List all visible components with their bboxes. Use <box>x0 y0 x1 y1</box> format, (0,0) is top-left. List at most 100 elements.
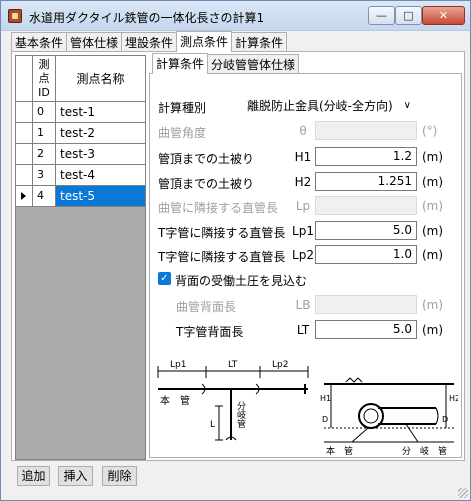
add-button[interactable]: 追加 <box>17 466 50 486</box>
calc-type-select[interactable]: 離脱防止金具(分岐-全方向) ∨ <box>243 96 415 116</box>
tab-calc-conditions[interactable]: 計算条件 <box>231 32 288 52</box>
lp2-dim-label: Lp2 <box>272 360 288 370</box>
lp-symbol: Lp <box>295 199 311 213</box>
cell-id[interactable]: 3 <box>33 165 56 185</box>
l-dim-label: L <box>210 420 215 430</box>
bend-angle-unit: (°) <box>422 124 438 138</box>
cover-h2-row: 管頂までの土被り H2 1.251 (m) <box>150 172 463 192</box>
bend-angle-row: 曲管角度 θ (°) <box>150 121 463 141</box>
table-row-selected[interactable]: 4 test-5 <box>16 186 145 207</box>
cell-name[interactable]: test-5 <box>56 186 145 206</box>
column-header-id-line: 点 <box>38 72 50 85</box>
lb-unit: (m) <box>422 298 444 312</box>
cell-id[interactable]: 2 <box>33 144 56 164</box>
lp1-input[interactable]: 5.0 <box>315 221 417 240</box>
passive-pressure-checkbox[interactable]: ✓ <box>158 272 171 285</box>
maximize-button[interactable]: □ <box>395 6 422 25</box>
h1-label: H1 <box>320 394 331 403</box>
lp1-row: T字管に隣接する直管長 Lp1 5.0 (m) <box>150 221 463 241</box>
cell-name[interactable]: test-3 <box>56 144 145 164</box>
cover-h1-input[interactable]: 1.2 <box>315 147 417 166</box>
row-header[interactable] <box>16 144 33 164</box>
column-header-id[interactable]: 測 点 ID <box>33 56 56 102</box>
cell-id[interactable]: 0 <box>33 102 56 122</box>
lp2-row: T字管に隣接する直管長 Lp2 1.0 (m) <box>150 245 463 265</box>
tab-station-conditions[interactable]: 測点条件 <box>176 31 233 52</box>
tab-pipe-specs[interactable]: 管体仕様 <box>66 32 123 52</box>
table-row[interactable]: 2 test-3 <box>16 144 145 165</box>
lb-label: 曲管背面長 <box>176 300 237 314</box>
station-conditions-panel: 測 点 ID 測点名称 0 test-1 1 test-2 2 test-3 3… <box>11 51 465 461</box>
station-grid[interactable]: 測 点 ID 測点名称 0 test-1 1 test-2 2 test-3 3… <box>15 55 146 460</box>
cover-h1-row: 管頂までの土被り H1 1.2 (m) <box>150 147 463 167</box>
delete-button[interactable]: 削除 <box>102 466 137 486</box>
row-header[interactable] <box>16 165 33 185</box>
calc-type-value: 離脱防止金具(分岐-全方向) <box>247 99 393 113</box>
column-header-id-line: 測 <box>38 58 50 71</box>
cover-h1-label: 管頂までの土被り <box>158 152 255 166</box>
main-pipe-inner <box>363 408 379 424</box>
lp1-dim-label: Lp1 <box>170 360 186 370</box>
lb-symbol: LB <box>295 298 311 312</box>
column-header-name[interactable]: 測点名称 <box>56 56 145 102</box>
d-label-right: D <box>442 415 448 424</box>
cell-id[interactable]: 1 <box>33 123 56 143</box>
ground-hatch <box>345 377 363 383</box>
cell-id[interactable]: 4 <box>33 186 56 206</box>
cover-h2-unit: (m) <box>422 175 444 189</box>
calc-conditions-panel: 計算種別 離脱防止金具(分岐-全方向) ∨ 曲管角度 θ (°) 管頂までの土被… <box>149 73 462 458</box>
passive-pressure-label[interactable]: 背面の受働土圧を見込む <box>175 272 307 289</box>
table-row[interactable]: 1 test-2 <box>16 123 145 144</box>
column-header-id-line: ID <box>38 86 50 99</box>
cover-h1-unit: (m) <box>422 150 444 164</box>
table-row[interactable]: 3 test-4 <box>16 165 145 186</box>
lp1-label: T字管に隣接する直管長 <box>158 226 286 240</box>
table-row[interactable]: 0 test-1 <box>16 102 145 123</box>
bend-angle-symbol: θ <box>299 124 307 138</box>
window-title: 水道用ダクタイル鉄管の一体化長さの計算1 <box>29 11 265 25</box>
subtab-branch-pipe-specs[interactable]: 分岐管管体仕様 <box>207 54 300 74</box>
branch-pipe-section-label: 分 岐 管 <box>402 445 447 456</box>
grid-header: 測 点 ID 測点名称 <box>16 56 145 102</box>
lp2-input[interactable]: 1.0 <box>315 245 417 264</box>
lt-input[interactable]: 5.0 <box>315 320 417 339</box>
main-tab-bar: 基本条件 管体仕様 埋設条件 測点条件 計算条件 <box>11 31 288 52</box>
row-header[interactable] <box>16 123 33 143</box>
minimize-button[interactable]: — <box>368 6 395 25</box>
d-label-left: D <box>322 415 328 424</box>
main-pipe-label: 本 管 <box>160 394 190 407</box>
title-bar: 水道用ダクタイル鉄管の一体化長さの計算1 — □ ✕ <box>1 1 470 31</box>
lp-row: 曲管に隣接する直管長 Lp (m) <box>150 196 463 216</box>
bend-angle-label: 曲管角度 <box>158 126 207 140</box>
lt-label: T字管背面長 <box>176 325 244 339</box>
main-pipe-section-label: 本 管 <box>326 445 353 456</box>
lp-label: 曲管に隣接する直管長 <box>158 201 279 215</box>
lp-unit: (m) <box>422 199 444 213</box>
lp1-symbol: Lp1 <box>292 224 314 238</box>
resize-grip-icon[interactable] <box>458 488 468 498</box>
lp1-unit: (m) <box>422 224 444 238</box>
cell-name[interactable]: test-2 <box>56 123 145 143</box>
app-window: 水道用ダクタイル鉄管の一体化長さの計算1 — □ ✕ 基本条件 管体仕様 埋設条… <box>0 0 471 501</box>
branch-pipe-end <box>435 407 439 425</box>
passive-pressure-row: ✓ 背面の受働土圧を見込む <box>150 270 463 290</box>
leader-line <box>405 423 419 443</box>
row-header[interactable] <box>16 102 33 122</box>
tab-burial-conditions[interactable]: 埋設条件 <box>121 32 178 52</box>
insert-button[interactable]: 挿入 <box>58 466 93 486</box>
chevron-down-icon: ∨ <box>403 100 411 111</box>
leader-line <box>351 427 369 443</box>
close-button[interactable]: ✕ <box>422 6 465 25</box>
subtab-calc-conditions[interactable]: 計算条件 <box>152 53 209 74</box>
section-view <box>324 377 454 443</box>
tab-basic-conditions[interactable]: 基本条件 <box>11 32 68 52</box>
cover-h2-input[interactable]: 1.251 <box>315 172 417 191</box>
lp2-symbol: Lp2 <box>292 248 314 262</box>
cell-name[interactable]: test-4 <box>56 165 145 185</box>
lb-row: 曲管背面長 LB (m) <box>150 295 463 315</box>
h2-label: H2 <box>449 394 458 403</box>
lt-unit: (m) <box>422 323 444 337</box>
lp2-unit: (m) <box>422 248 444 262</box>
row-header[interactable] <box>16 186 33 206</box>
cell-name[interactable]: test-1 <box>56 102 145 122</box>
